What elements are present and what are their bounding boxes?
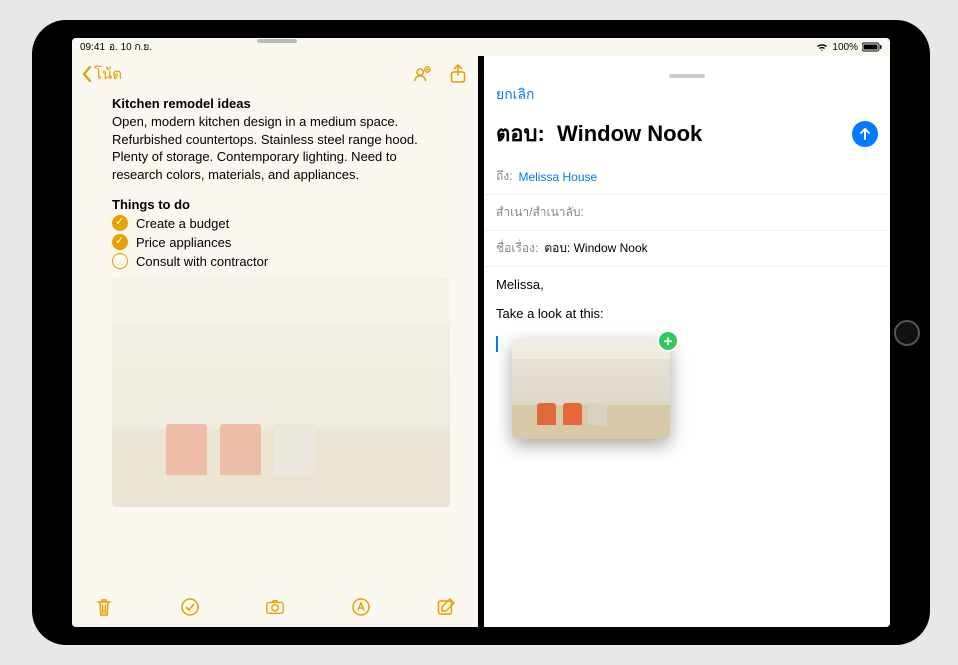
mail-line: Take a look at this: xyxy=(496,306,878,321)
status-time: 09:41 xyxy=(80,42,105,53)
send-button[interactable] xyxy=(852,121,878,147)
wifi-icon xyxy=(816,42,828,52)
mail-body[interactable]: Melissa, Take a look at this: + xyxy=(484,267,890,362)
todo-item[interactable]: Consult with contractor xyxy=(112,253,450,269)
mail-app: ยกเลิก ตอบ: Window Nook ถึง: Melissa Hou… xyxy=(484,70,890,627)
mail-title: ตอบ: Window Nook xyxy=(496,116,702,151)
split-view: โน้ต Kitchen remodel ideas Open, modern … xyxy=(72,56,890,627)
compose-icon[interactable] xyxy=(436,597,456,617)
collaborate-icon[interactable] xyxy=(412,64,432,84)
ipad-frame: 09:41 อ. 10 ก.ย. 100% โน้ต xyxy=(32,20,930,645)
screen: 09:41 อ. 10 ก.ย. 100% โน้ต xyxy=(72,38,890,627)
cancel-button[interactable]: ยกเลิก xyxy=(496,84,535,106)
notes-bottom-toolbar xyxy=(72,589,478,627)
mail-line: Melissa, xyxy=(496,277,878,292)
note-title: Kitchen remodel ideas xyxy=(112,96,450,111)
status-bar: 09:41 อ. 10 ก.ย. 100% xyxy=(72,38,890,56)
home-button[interactable] xyxy=(894,320,920,346)
multitask-handle-icon[interactable] xyxy=(257,39,297,43)
checkbox-icon[interactable] xyxy=(112,234,128,250)
back-button[interactable]: โน้ต xyxy=(82,62,122,86)
camera-icon[interactable] xyxy=(265,597,285,617)
to-label: ถึง: xyxy=(496,167,512,186)
note-image[interactable] xyxy=(112,277,450,507)
todo-label: Price appliances xyxy=(136,235,231,250)
cc-label: สำเนา/สำเนาลับ: xyxy=(496,203,584,222)
to-field[interactable]: ถึง: Melissa House xyxy=(484,159,890,195)
battery-percent: 100% xyxy=(832,42,858,53)
note-content[interactable]: Kitchen remodel ideas Open, modern kitch… xyxy=(72,90,478,589)
checkbox-icon[interactable] xyxy=(112,215,128,231)
back-label: โน้ต xyxy=(94,62,122,86)
cc-field[interactable]: สำเนา/สำเนาลับ: xyxy=(484,195,890,231)
share-icon[interactable] xyxy=(448,64,468,84)
status-date: อ. 10 ก.ย. xyxy=(109,40,152,55)
sheet-grabber-icon[interactable] xyxy=(669,74,705,78)
notes-app: โน้ต Kitchen remodel ideas Open, modern … xyxy=(72,56,478,627)
trash-icon[interactable] xyxy=(94,597,114,617)
checkbox-icon[interactable] xyxy=(112,253,128,269)
to-recipient[interactable]: Melissa House xyxy=(518,170,597,184)
checklist-icon[interactable] xyxy=(180,597,200,617)
todo-label: Consult with contractor xyxy=(136,254,268,269)
notes-toolbar: โน้ต xyxy=(72,56,478,90)
todo-label: Create a budget xyxy=(136,216,229,231)
todo-item[interactable]: Create a budget xyxy=(112,215,450,231)
battery-icon xyxy=(862,42,882,52)
subject-value: ตอบ: Window Nook xyxy=(544,239,647,258)
todo-item[interactable]: Price appliances xyxy=(112,234,450,250)
note-paragraph: Open, modern kitchen design in a medium … xyxy=(112,113,450,183)
markup-icon[interactable] xyxy=(351,597,371,617)
add-badge-icon: + xyxy=(657,330,679,352)
text-cursor-icon xyxy=(496,336,498,352)
subject-field[interactable]: ชื่อเรื่อง: ตอบ: Window Nook xyxy=(484,231,890,267)
todo-heading: Things to do xyxy=(112,197,450,212)
dragged-image-thumbnail[interactable]: + xyxy=(512,339,670,439)
subject-label: ชื่อเรื่อง: xyxy=(496,239,538,258)
